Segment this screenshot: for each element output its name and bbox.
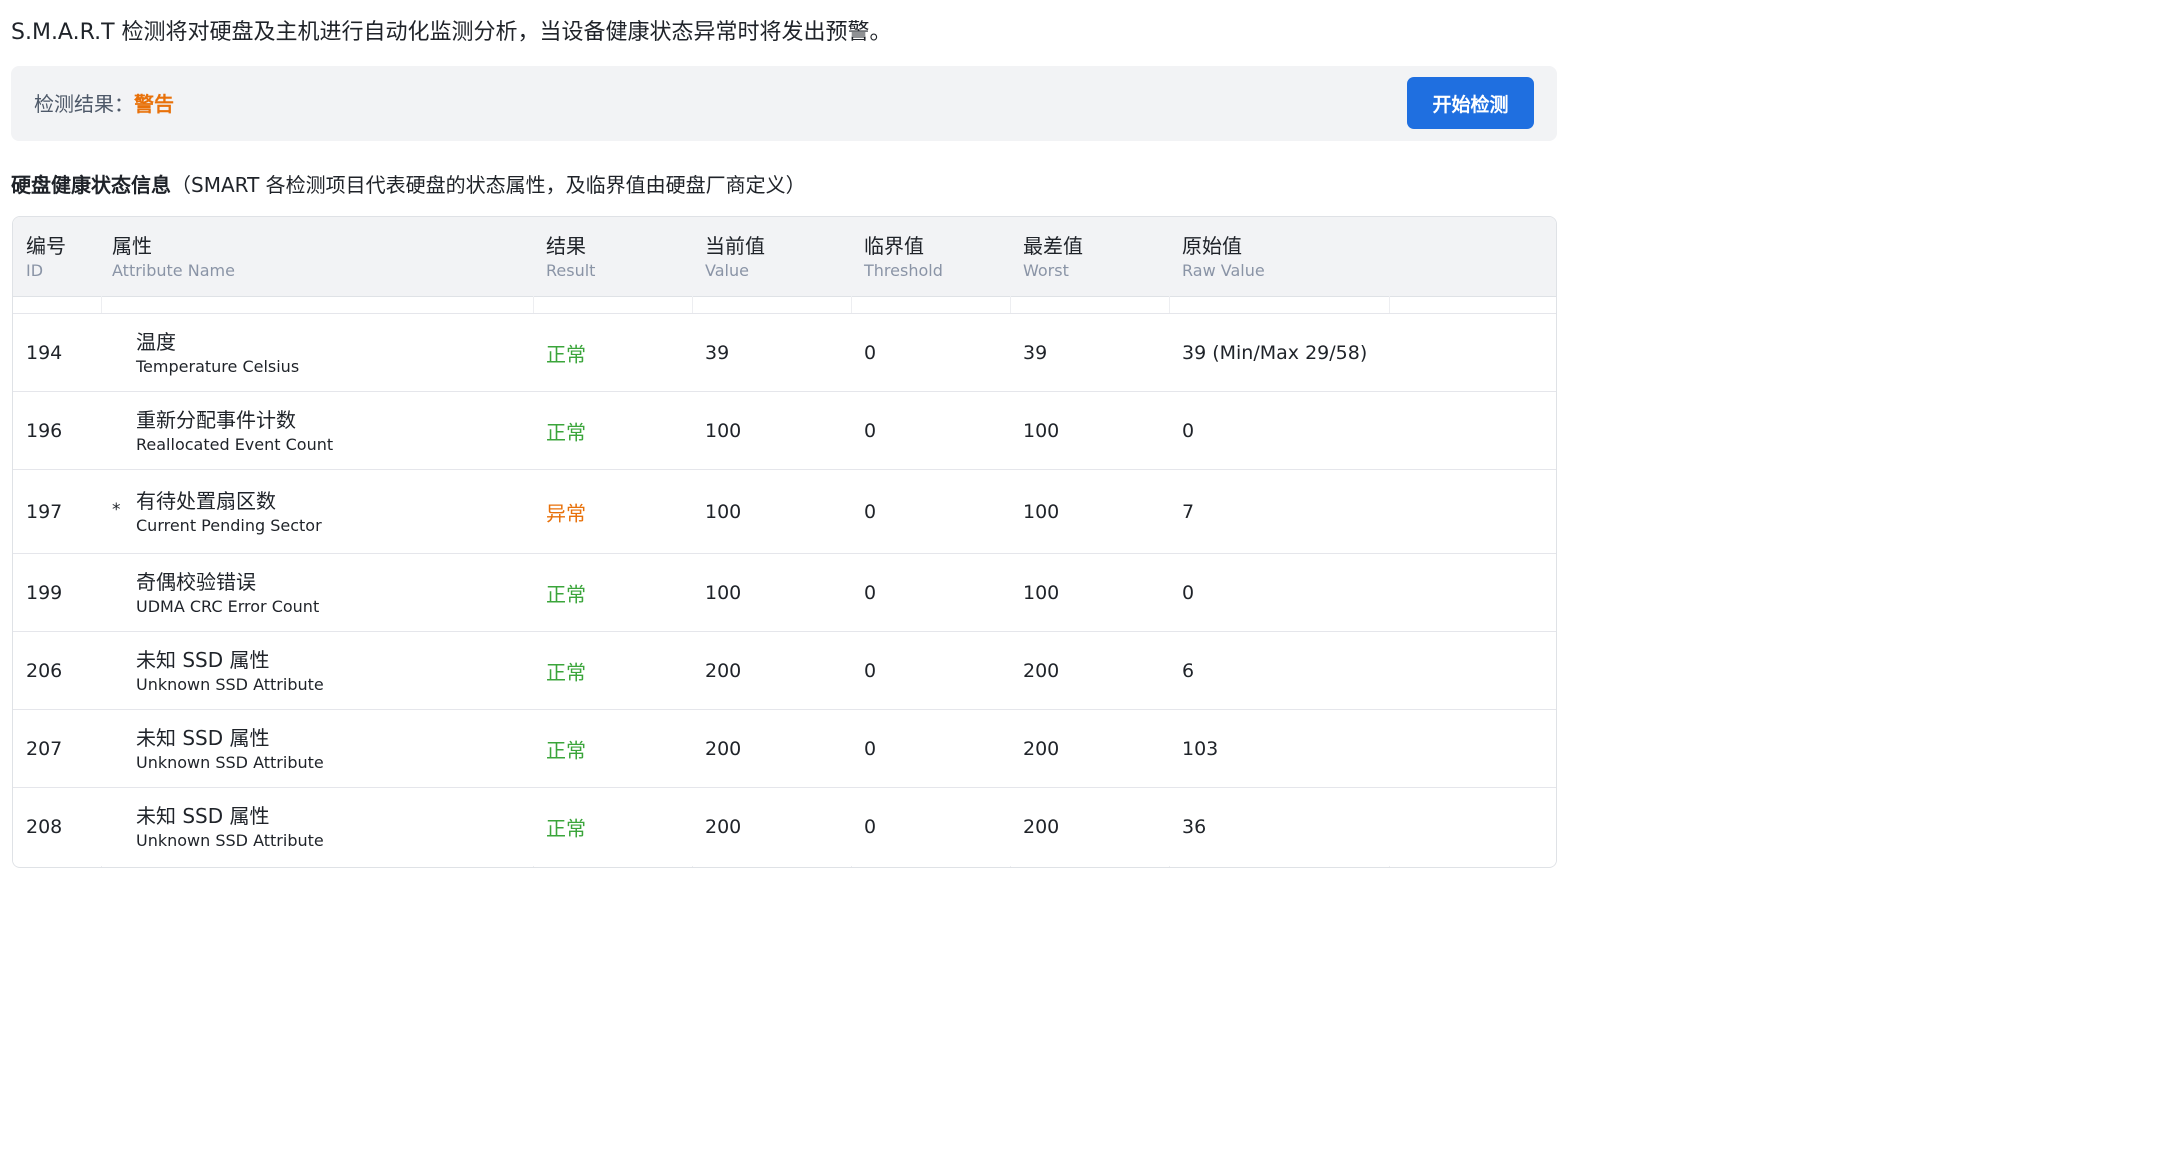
cell-worst: 200 — [1023, 816, 1060, 838]
table-row[interactable]: 194 正常 39 0 39 39 (Min/Max 29/58) 温度 Temperatur… — [13, 313, 1556, 392]
cell-id: 196 — [26, 420, 63, 442]
cell-result: 正常 — [546, 738, 586, 763]
column-header-result: 结果 Result — [546, 234, 596, 280]
attribute-name-en: Current Pending Sector — [136, 516, 322, 535]
cell-attribute-name: 未知 SSD 属性 Unknown SSD Attribute — [136, 646, 324, 696]
abnormal-marker: * — [112, 500, 121, 520]
column-header-raw-value: 原始值 Raw Value — [1182, 234, 1265, 280]
cell-threshold: 0 — [864, 420, 877, 442]
cell-result: 正常 — [546, 660, 586, 685]
cell-raw-value: 7 — [1182, 501, 1195, 523]
detection-result-label: 检测结果： — [34, 92, 134, 116]
section-title-note: （SMART 各检测项目代表硬盘的状态属性，及临界值由硬盘厂商定义） — [171, 173, 806, 197]
column-header-threshold: 临界值 Threshold — [864, 234, 943, 280]
cell-raw-value: 0 — [1182, 582, 1195, 604]
intro-text: S.M.A.R.T 检测将对硬盘及主机进行自动化监测分析，当设备健康状态异常时将… — [11, 20, 892, 45]
attribute-name-zh: 重新分配事件计数 — [136, 408, 296, 432]
cell-value: 100 — [705, 501, 742, 523]
cell-value: 100 — [705, 420, 742, 442]
cell-threshold: 0 — [864, 342, 877, 364]
cell-id: 208 — [26, 816, 63, 838]
attribute-name-zh: 未知 SSD 属性 — [136, 804, 270, 828]
attribute-name-en: Unknown SSD Attribute — [136, 831, 324, 850]
cell-attribute-name: 重新分配事件计数 Reallocated Event Count — [136, 406, 333, 456]
cell-worst: 200 — [1023, 660, 1060, 682]
table-row[interactable]: 207 正常 200 0 200 103 未知 SSD 属性 Unknown SSD Attr… — [13, 709, 1556, 788]
cell-worst: 39 — [1023, 342, 1048, 364]
section-title: 硬盘健康状态信息（SMART 各检测项目代表硬盘的状态属性，及临界值由硬盘厂商定… — [11, 170, 806, 200]
cell-id: 207 — [26, 738, 63, 760]
detection-result-value: 警告 — [134, 92, 174, 116]
table-row[interactable]: 208 正常 200 0 200 36 未知 SSD 属性 Unknown SSD Attri… — [13, 787, 1556, 866]
table-row[interactable]: 196 正常 100 0 100 0 重新分配事件计数 Reallocated Event C… — [13, 391, 1556, 470]
start-detection-button[interactable]: 开始检测 — [1407, 77, 1534, 129]
attribute-name-en: UDMA CRC Error Count — [136, 597, 320, 616]
detection-result: 检测结果：警告 — [34, 90, 174, 118]
table-row[interactable]: 197 异常 100 0 100 7 * 有待处置扇区数 Current Pending Sec… — [13, 469, 1556, 554]
cell-worst: 100 — [1023, 420, 1060, 442]
attribute-name-zh: 奇偶校验错误 — [136, 570, 256, 594]
column-header-worst: 最差值 Worst — [1023, 234, 1083, 280]
cell-raw-value: 6 — [1182, 660, 1195, 682]
cell-worst: 100 — [1023, 501, 1060, 523]
table-row[interactable]: 206 正常 200 0 200 6 未知 SSD 属性 Unknown SSD Attrib… — [13, 631, 1556, 710]
cell-worst: 200 — [1023, 738, 1060, 760]
attribute-name-en: Unknown SSD Attribute — [136, 753, 324, 772]
detection-result-bar: 检测结果：警告 开始检测 — [11, 66, 1557, 141]
cell-threshold: 0 — [864, 816, 877, 838]
column-header-value: 当前值 Value — [705, 234, 765, 280]
section-title-text: 硬盘健康状态信息 — [11, 173, 171, 197]
cell-attribute-name: 温度 Temperature Celsius — [136, 328, 299, 378]
smart-table[interactable]: 编号 ID 属性 Attribute Name 结果 Result 当前值 Va… — [12, 216, 1557, 868]
cell-result: 正常 — [546, 582, 586, 607]
cell-attribute-name: 未知 SSD 属性 Unknown SSD Attribute — [136, 724, 324, 774]
cell-threshold: 0 — [864, 660, 877, 682]
smart-page: S.M.A.R.T 检测将对硬盘及主机进行自动化监测分析，当设备健康状态异常时将… — [0, 0, 1568, 868]
cell-raw-value: 103 — [1182, 738, 1219, 760]
cell-id: 206 — [26, 660, 63, 682]
cell-id: 194 — [26, 342, 63, 364]
cell-result: 异常 — [546, 501, 586, 526]
cell-attribute-name: 有待处置扇区数 Current Pending Sector — [136, 487, 322, 537]
cell-raw-value: 0 — [1182, 420, 1195, 442]
column-header-id: 编号 ID — [26, 234, 66, 280]
table-row[interactable]: 199 正常 100 0 100 0 奇偶校验错误 UDMA CRC Error Count — [13, 553, 1556, 632]
cell-attribute-name: 奇偶校验错误 UDMA CRC Error Count — [136, 568, 319, 618]
cell-result: 正常 — [546, 816, 586, 841]
attribute-name-zh: 有待处置扇区数 — [136, 489, 276, 513]
cell-raw-value: 39 (Min/Max 29/58) — [1182, 342, 1368, 364]
cell-value: 200 — [705, 738, 742, 760]
attribute-name-zh: 未知 SSD 属性 — [136, 648, 270, 672]
cell-value: 100 — [705, 582, 742, 604]
cell-attribute-name: 未知 SSD 属性 Unknown SSD Attribute — [136, 802, 324, 852]
cell-id: 197 — [26, 501, 63, 523]
cell-id: 199 — [26, 582, 63, 604]
cell-threshold: 0 — [864, 738, 877, 760]
cell-result: 正常 — [546, 420, 586, 445]
cell-raw-value: 36 — [1182, 816, 1207, 838]
column-header-attribute: 属性 Attribute Name — [112, 234, 235, 280]
cell-result: 正常 — [546, 342, 586, 367]
table-header: 编号 ID 属性 Attribute Name 结果 Result 当前值 Va… — [13, 217, 1556, 297]
cell-threshold: 0 — [864, 582, 877, 604]
attribute-name-zh: 温度 — [136, 330, 176, 354]
attribute-name-en: Reallocated Event Count — [136, 435, 334, 454]
cell-value: 39 — [705, 342, 730, 364]
attribute-name-en: Temperature Celsius — [136, 357, 300, 376]
cell-value: 200 — [705, 816, 742, 838]
attribute-name-en: Unknown SSD Attribute — [136, 675, 324, 694]
cell-worst: 100 — [1023, 582, 1060, 604]
cell-value: 200 — [705, 660, 742, 682]
cell-threshold: 0 — [864, 501, 877, 523]
attribute-name-zh: 未知 SSD 属性 — [136, 726, 270, 750]
